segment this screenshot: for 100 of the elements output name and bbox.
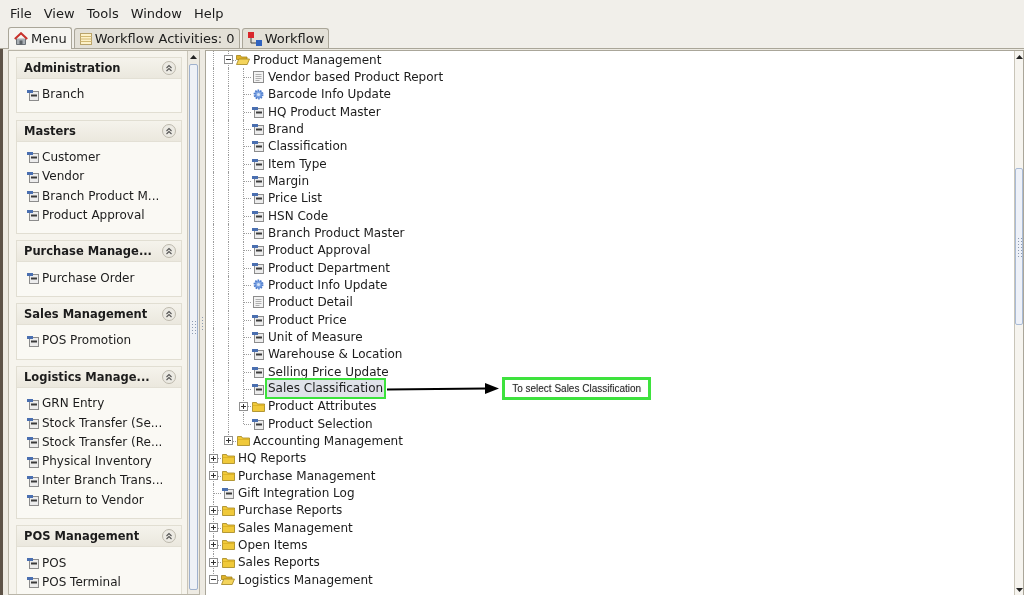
window-icon bbox=[222, 486, 234, 499]
tree-item[interactable]: Product Management bbox=[250, 52, 385, 67]
tree-item[interactable]: Product Department bbox=[265, 260, 393, 275]
folder-icon bbox=[251, 400, 265, 412]
group-title: Purchase Manage... bbox=[24, 244, 152, 259]
sidebar-item[interactable]: Stock Transfer (Re... bbox=[27, 432, 181, 452]
tree-item[interactable]: Selling Price Update bbox=[265, 364, 392, 379]
window-icon bbox=[27, 151, 39, 164]
plus-box-icon[interactable] bbox=[209, 557, 218, 567]
sidebar-item[interactable]: Vendor bbox=[27, 167, 181, 187]
minus-box-icon[interactable] bbox=[224, 55, 233, 65]
plus-box-icon[interactable] bbox=[209, 453, 218, 463]
tab[interactable]: Menu bbox=[8, 27, 72, 49]
tree-item[interactable]: HQ Product Master bbox=[265, 104, 384, 119]
sidebar-item[interactable]: Product Approval bbox=[27, 205, 181, 225]
group-header[interactable]: POS Management bbox=[17, 526, 181, 548]
group-header[interactable]: Purchase Manage... bbox=[17, 241, 181, 263]
window-icon bbox=[27, 576, 39, 589]
plus-box-icon[interactable] bbox=[209, 540, 218, 550]
tree-item[interactable]: Product Attributes bbox=[265, 399, 380, 414]
window-icon bbox=[252, 417, 264, 430]
sidebar-item[interactable]: GRN Entry bbox=[27, 394, 181, 414]
menu-item[interactable]: File bbox=[4, 5, 38, 22]
group-header[interactable]: Administration bbox=[17, 58, 181, 79]
collapse-icon[interactable] bbox=[162, 244, 176, 259]
tree-item[interactable]: Gift Integration Log bbox=[235, 485, 358, 500]
tree-item[interactable]: Branch Product Master bbox=[265, 225, 408, 240]
tree-item[interactable]: Warehouse & Location bbox=[265, 347, 406, 362]
group-header[interactable]: Masters bbox=[17, 120, 181, 142]
tree-item[interactable]: Purchase Management bbox=[235, 468, 379, 483]
plus-box-icon[interactable] bbox=[209, 523, 218, 532]
sidebar-item[interactable]: POS Promotion bbox=[27, 331, 181, 351]
tab[interactable]: Workflow bbox=[241, 28, 330, 48]
sidebar-item[interactable]: Return to Vendor bbox=[27, 490, 181, 510]
plus-box-icon[interactable] bbox=[209, 471, 218, 481]
sidebar-item[interactable]: Physical Inventory bbox=[27, 451, 181, 472]
window-icon bbox=[27, 334, 39, 347]
tree-item[interactable]: Unit of Measure bbox=[265, 329, 366, 344]
tree-item[interactable]: Product Approval bbox=[265, 243, 374, 258]
open-folder-icon bbox=[221, 574, 235, 585]
document-icon bbox=[252, 71, 264, 83]
window-icon bbox=[27, 397, 39, 410]
tree-item[interactable]: Item Type bbox=[265, 156, 330, 171]
tree-item[interactable]: Price List bbox=[265, 191, 326, 206]
scrollbar-thumb[interactable] bbox=[1015, 168, 1023, 325]
sidebar-item[interactable]: Purchase Order bbox=[27, 268, 181, 288]
window-icon bbox=[252, 209, 264, 222]
collapse-icon[interactable] bbox=[162, 529, 176, 544]
tree-item[interactable]: HQ Reports bbox=[235, 451, 310, 466]
tree-item[interactable]: Margin bbox=[265, 173, 312, 188]
group-header[interactable]: Sales Management bbox=[17, 304, 181, 326]
sidebar-item[interactable]: POS Terminal bbox=[27, 572, 181, 592]
group-header[interactable]: Logistics Manage... bbox=[17, 367, 181, 389]
menu-item[interactable]: Tools bbox=[80, 5, 125, 22]
down-arrow-icon bbox=[1015, 587, 1023, 592]
plus-box-icon[interactable] bbox=[209, 505, 218, 515]
collapse-icon[interactable] bbox=[162, 307, 176, 322]
scrollbar[interactable] bbox=[187, 51, 199, 594]
plus-box-icon[interactable] bbox=[239, 401, 248, 411]
menu-item[interactable]: Help bbox=[187, 5, 230, 22]
tree-item[interactable]: Brand bbox=[265, 121, 307, 136]
sidebar-item[interactable]: POS bbox=[27, 553, 181, 573]
tree-item[interactable]: Product Info Update bbox=[265, 277, 391, 292]
tree-item[interactable]: Product Price bbox=[265, 312, 350, 327]
tree-item[interactable]: Product Selection bbox=[265, 416, 376, 431]
house-icon bbox=[14, 32, 28, 45]
collapse-icon[interactable] bbox=[162, 370, 176, 385]
folder-icon bbox=[221, 452, 235, 464]
sidebar-item[interactable]: Customer bbox=[27, 147, 181, 168]
tree-item[interactable]: Vendor based Product Report bbox=[265, 70, 447, 84]
tree-item[interactable]: Barcode Info Update bbox=[265, 87, 394, 102]
group-title: POS Management bbox=[24, 529, 140, 544]
tree-item[interactable]: Sales Classification bbox=[265, 378, 387, 400]
window-icon bbox=[27, 436, 39, 449]
tree-item[interactable]: Accounting Management bbox=[250, 433, 406, 448]
window-icon bbox=[252, 174, 264, 187]
menu-item[interactable]: View bbox=[37, 5, 81, 22]
tab[interactable]: Workflow Activities: 0 bbox=[73, 28, 240, 48]
tree-item[interactable]: Sales Management bbox=[235, 520, 356, 535]
window-icon bbox=[27, 209, 39, 222]
scrollbar[interactable] bbox=[1014, 51, 1023, 595]
plus-box-icon[interactable] bbox=[224, 436, 233, 446]
sidebar-item[interactable]: Branch Product M... bbox=[27, 186, 181, 206]
scrollbar-thumb[interactable] bbox=[189, 64, 198, 590]
sidebar-item[interactable]: Inter Branch Trans... bbox=[27, 471, 181, 491]
collapse-icon[interactable] bbox=[162, 123, 176, 138]
window-icon bbox=[27, 417, 39, 429]
tree-item[interactable]: Logistics Management bbox=[235, 572, 376, 587]
tree-item[interactable]: HSN Code bbox=[265, 208, 332, 223]
sidebar-item[interactable]: Stock Transfer (Se... bbox=[27, 413, 181, 433]
window-icon bbox=[27, 88, 39, 101]
collapse-icon[interactable] bbox=[162, 61, 176, 75]
tree-item[interactable]: Product Detail bbox=[265, 295, 356, 310]
tree-item[interactable]: Sales Reports bbox=[235, 555, 323, 570]
minus-box-icon[interactable] bbox=[209, 575, 218, 584]
menu-item[interactable]: Window bbox=[124, 5, 188, 22]
tree-item[interactable]: Open Items bbox=[235, 537, 311, 552]
tree-item[interactable]: Purchase Reports bbox=[235, 503, 346, 518]
sidebar-item[interactable]: Branch bbox=[27, 85, 181, 105]
tree-item[interactable]: Classification bbox=[265, 139, 351, 154]
